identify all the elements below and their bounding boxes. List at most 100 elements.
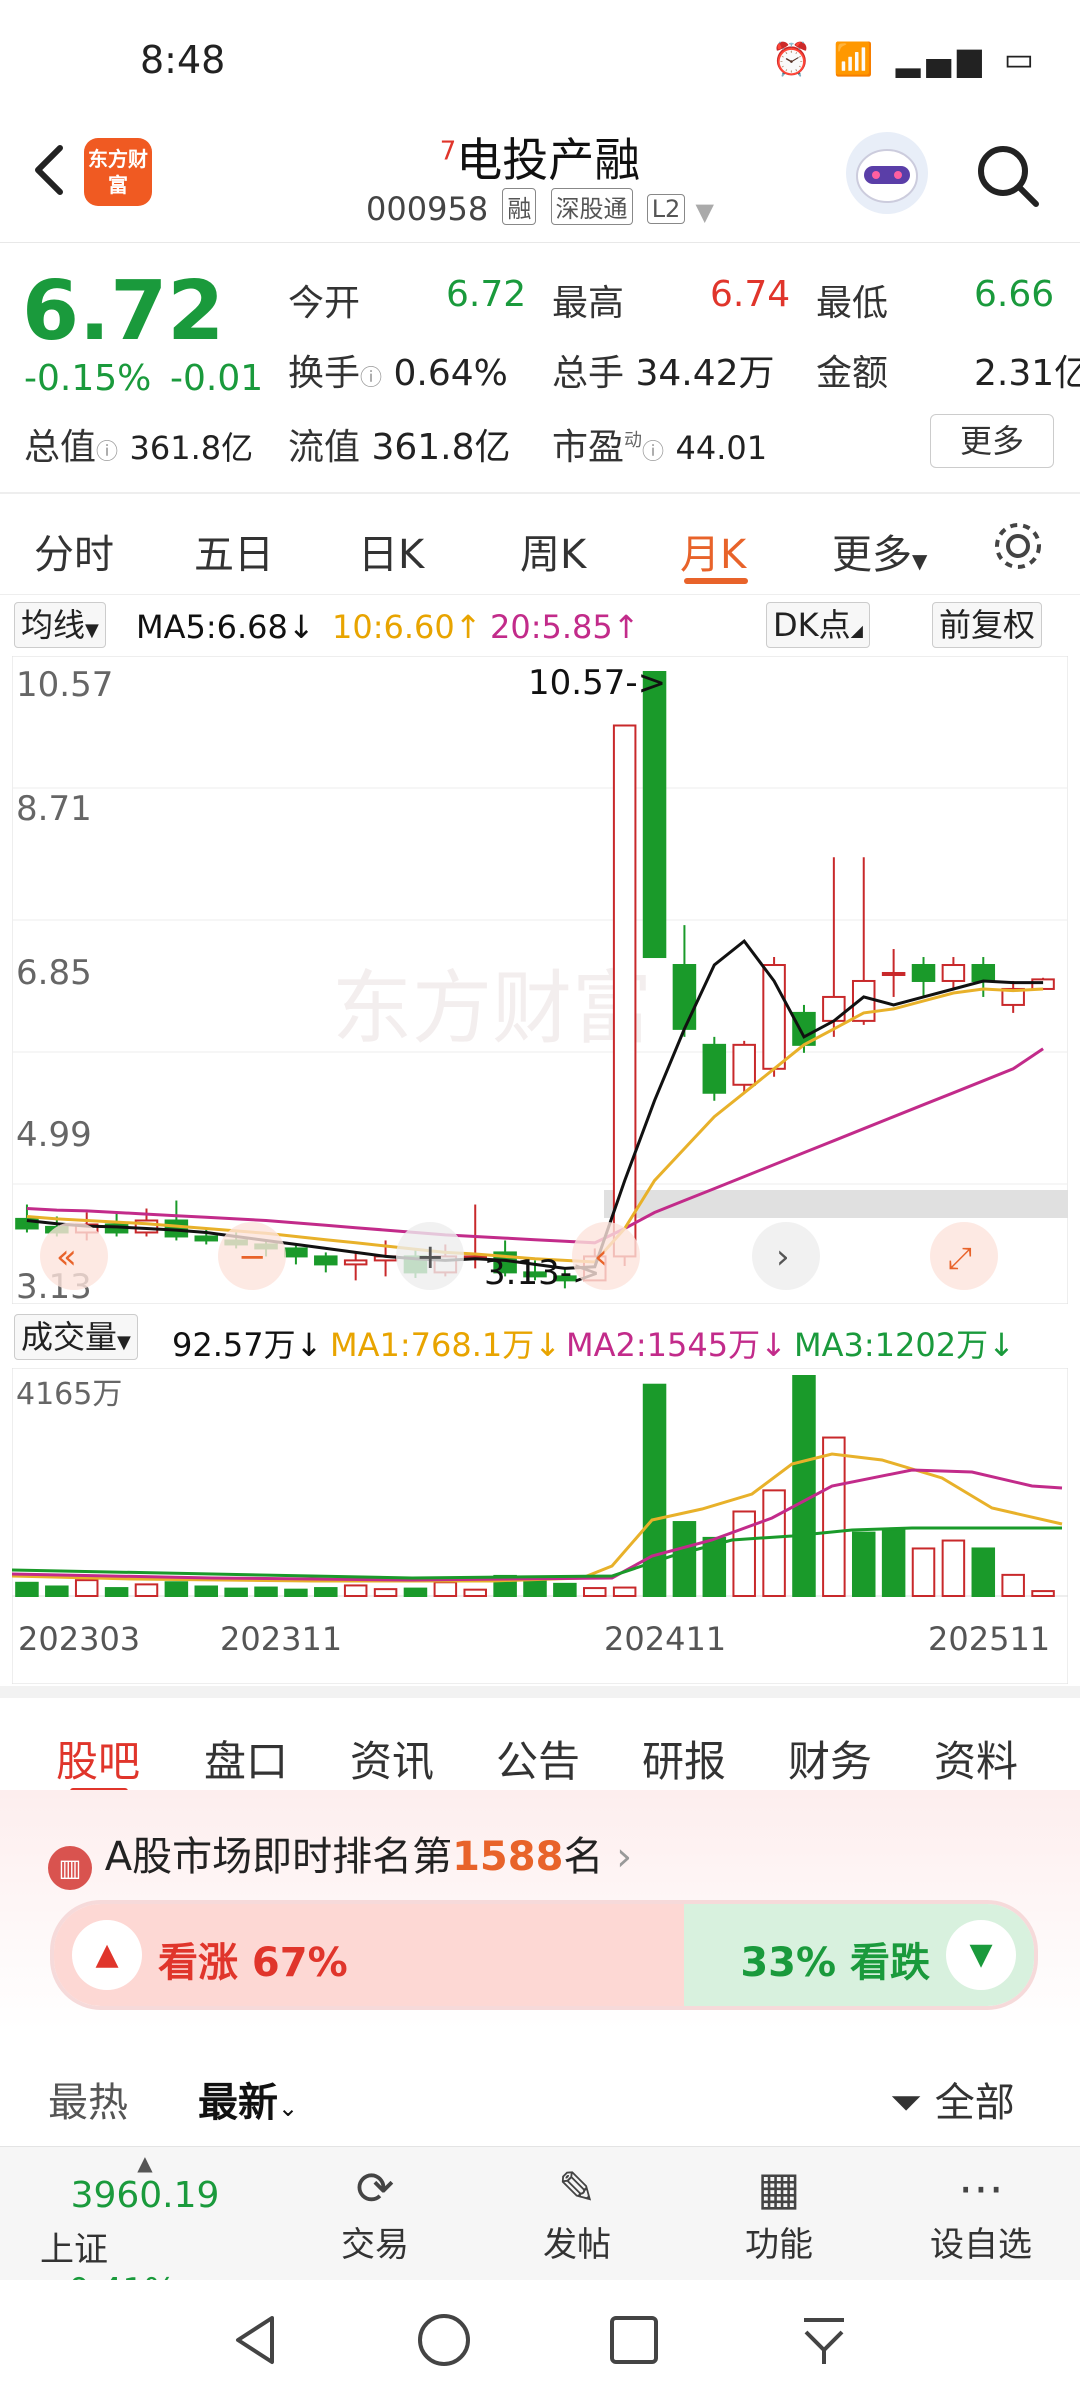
tab-orderbook[interactable]: 盘口	[204, 1728, 288, 1789]
gear-icon[interactable]	[990, 518, 1046, 574]
volume-bar	[1031, 1590, 1055, 1597]
info-circle-icon[interactable]: ⓘ	[642, 440, 664, 465]
ranking-number: 1588	[452, 1834, 564, 1880]
tab-more[interactable]: 更多▼	[832, 522, 927, 580]
candlestick-chart[interactable]: 东方财富 10.57 8.71 6.85 4.99 3.13 10.57-> 3…	[12, 656, 1068, 1304]
ma20-value: 20:5.85	[490, 608, 613, 646]
bullish-section[interactable]	[54, 1904, 684, 2006]
tab-announcements[interactable]: 公告	[496, 1728, 580, 1789]
volume-legend-bar: 成交量▼ 92.57万↓ MA1:768.1万↓ MA2:1545万↓ MA3:…	[0, 1310, 1080, 1366]
volume-value-label: 92.57万↓	[172, 1326, 323, 1364]
tab-news[interactable]: 资讯	[350, 1728, 434, 1789]
tab-forum[interactable]: 股吧	[56, 1728, 140, 1789]
candle-body	[314, 1255, 338, 1266]
high-row: 最高 6.74	[552, 274, 790, 326]
indicator-select-label: 均线	[21, 606, 86, 644]
volume-bar	[792, 1375, 816, 1597]
up-triangle-small-icon: ▲	[137, 2151, 153, 2175]
last-price: 6.72	[22, 264, 225, 359]
tag-connect: 深股通	[550, 188, 633, 225]
nav-add-watchlist[interactable]: ⋯ 设自选	[896, 2147, 1066, 2266]
tab-intraday[interactable]: 分时	[34, 522, 114, 580]
corner-triangle-icon: ◢	[850, 621, 863, 640]
max-annotation: 10.57->	[528, 663, 666, 703]
volume-bar	[463, 1588, 487, 1598]
volume-bar	[523, 1579, 547, 1597]
candle-body	[851, 979, 876, 1022]
volume-value: 34.42万	[635, 353, 775, 394]
status-time: 8:48	[140, 38, 226, 82]
info-circle-icon[interactable]: ⓘ	[96, 440, 118, 465]
tab-weekly-k[interactable]: 周K	[520, 522, 586, 580]
up-triangle-icon[interactable]: ▲	[72, 1920, 142, 1990]
system-back-icon[interactable]	[226, 2310, 286, 2370]
down-triangle-icon[interactable]: ▼	[946, 1920, 1016, 1990]
filter-all-label: 全部	[934, 2080, 1015, 2126]
pe-sup: 动	[624, 430, 643, 451]
filter-all-button[interactable]: ⏷ 全部	[890, 2070, 1015, 2128]
double-chevron-left-icon: «	[56, 1237, 77, 1277]
active-tab-indicator	[684, 578, 748, 584]
more-quote-button[interactable]: 更多	[930, 414, 1054, 468]
volume-bar	[104, 1587, 129, 1597]
float-value: 361.8亿	[371, 427, 511, 468]
volume-chart[interactable]: 4165万 202303 202311 202411 202511	[12, 1368, 1068, 1684]
x-label-3: 202411	[604, 1620, 726, 1658]
nav-trade[interactable]: ⟳ 交易	[290, 2147, 460, 2266]
search-icon[interactable]	[972, 140, 1044, 212]
volume-bar	[254, 1586, 278, 1597]
system-home-icon[interactable]	[414, 2310, 474, 2370]
volume-indicator-select[interactable]: 成交量▼	[14, 1314, 138, 1360]
vol-ma2-label: MA2:1545万↓	[566, 1326, 787, 1364]
volume-bar	[74, 1579, 99, 1597]
nav-trade-label: 交易	[341, 2225, 409, 2265]
bullish-label: 看涨 67%	[158, 1940, 348, 1986]
volume-bar	[762, 1489, 786, 1597]
battery-icon: ▭	[1003, 40, 1040, 78]
indicator-select[interactable]: 均线▼	[14, 602, 106, 648]
turnover-row: 换手ⓘ 0.64%	[288, 344, 508, 396]
turnover-value: 0.64%	[393, 353, 508, 394]
tab-daily-k[interactable]: 日K	[358, 522, 424, 580]
change-amount: -0.01	[170, 358, 264, 399]
nav-post-label: 发帖	[543, 2225, 611, 2265]
volume-bar	[612, 1586, 637, 1597]
system-recents-icon[interactable]	[604, 2310, 664, 2370]
tab-finance[interactable]: 财务	[788, 1728, 872, 1789]
tab-five-day[interactable]: 五日	[194, 522, 274, 580]
robot-assistant-icon[interactable]	[846, 132, 928, 214]
volume-current: 92.57万	[172, 1326, 296, 1364]
dropdown-triangle-icon: ▼	[695, 198, 714, 226]
tab-profile[interactable]: 资料	[934, 1728, 1018, 1789]
adjust-select[interactable]: 前复权	[932, 602, 1043, 648]
sort-latest[interactable]: 最新⌄	[198, 2070, 298, 2128]
more-dots-icon: ⋯	[958, 2161, 1004, 2215]
sort-hot[interactable]: 最热	[48, 2070, 128, 2128]
volume-bar	[194, 1585, 219, 1598]
tab-monthly-k[interactable]: 月K	[680, 522, 746, 580]
volume-bar	[583, 1587, 607, 1597]
bottom-nav: ▲ 3960.19 上证 -0.41% ⟳交易 ✎发帖 ▦功能 ⋯设自选	[0, 2146, 1080, 2311]
nav-post[interactable]: ✎ 发帖	[492, 2147, 662, 2266]
quote-panel: 6.72 -0.15% -0.01 今开 6.72 最高 6.74 最低 6.6…	[0, 244, 1080, 494]
candle-body	[343, 1259, 368, 1266]
ranking-line[interactable]: ▥ A股市场即时排名第1588名 ›	[48, 1824, 632, 1890]
volume-bar	[314, 1587, 338, 1597]
bar-chart-icon: ▥	[48, 1846, 92, 1890]
volume-bar	[164, 1581, 189, 1598]
tag-l2: L2	[646, 194, 686, 224]
dk-label: DK点	[773, 606, 851, 644]
filter-icon: ⏷	[890, 2080, 922, 2126]
volume-bar	[284, 1588, 308, 1598]
nav-functions[interactable]: ▦ 功能	[694, 2147, 864, 2266]
wifi-icon: 📶	[833, 40, 880, 78]
plus-icon: +	[416, 1237, 445, 1277]
candle-body	[941, 964, 966, 982]
dk-point-button[interactable]: DK点◢	[766, 602, 870, 648]
system-notification-icon[interactable]	[794, 2310, 854, 2370]
volume-bar	[672, 1521, 697, 1597]
ma10-label: 10:6.60↑	[332, 608, 482, 646]
yuan-cycle-icon: ⟳	[355, 2161, 395, 2215]
info-circle-icon[interactable]: ⓘ	[360, 366, 382, 391]
tab-research[interactable]: 研报	[642, 1728, 726, 1789]
